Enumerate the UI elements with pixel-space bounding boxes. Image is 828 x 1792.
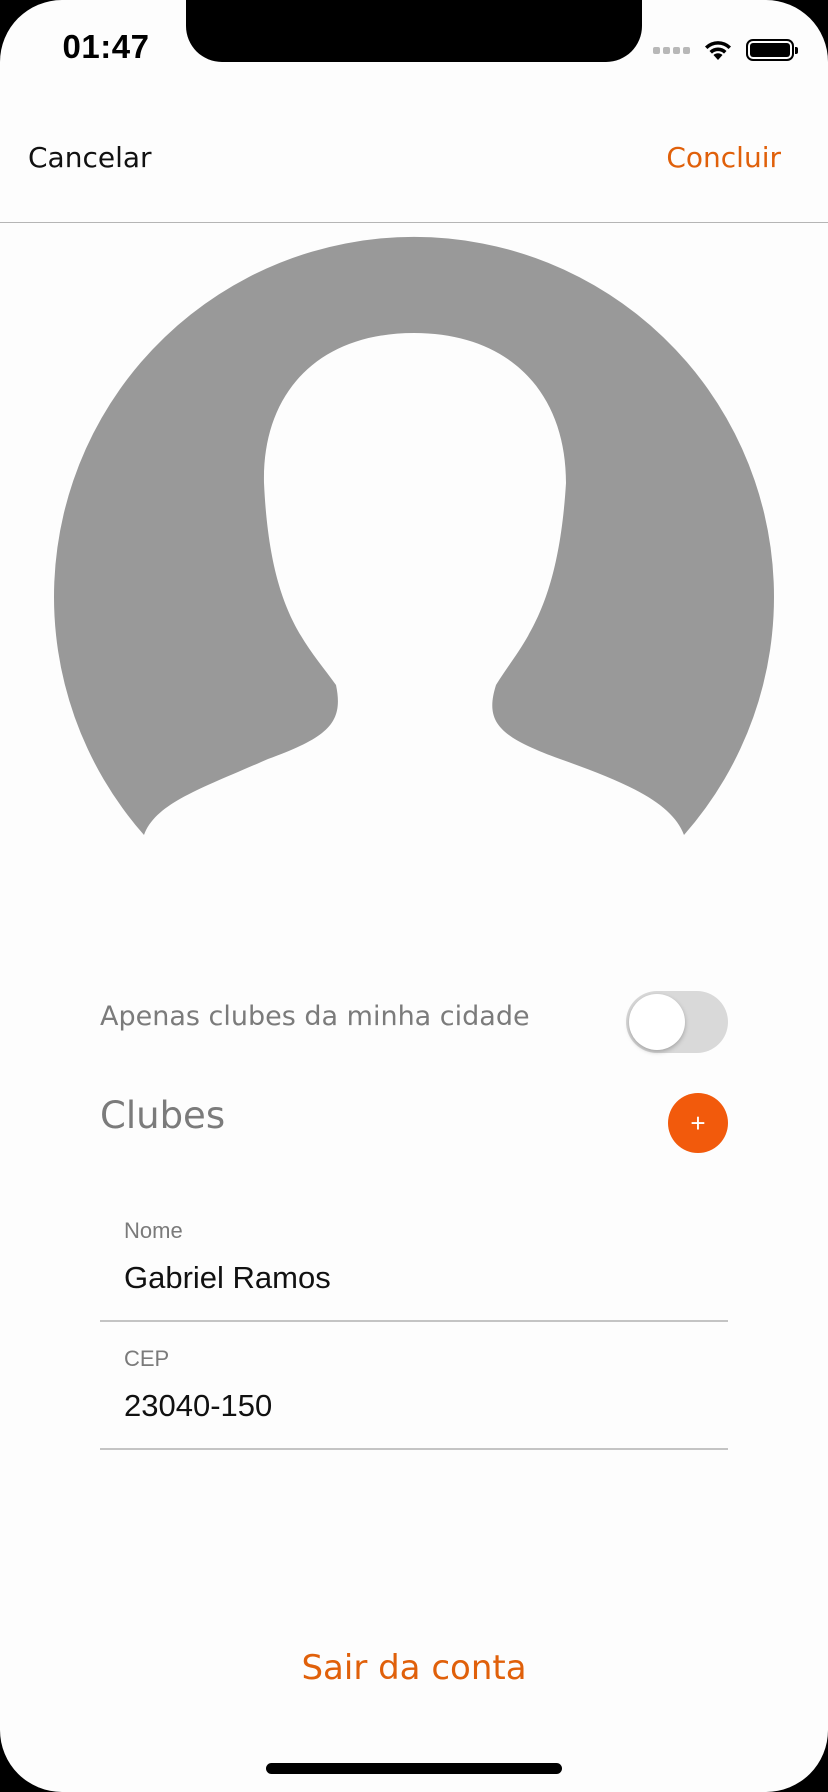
cep-field-value[interactable]: 23040-150 — [124, 1388, 272, 1424]
cancel-button[interactable]: Cancelar — [28, 141, 152, 174]
city-filter-toggle[interactable] — [626, 991, 728, 1053]
home-indicator — [266, 1763, 562, 1774]
city-filter-label: Apenas clubes da minha cidade — [100, 1001, 530, 1032]
status-icons — [653, 36, 798, 64]
cellular-signal-icon — [653, 46, 690, 54]
profile-screen: 01:47 Cancelar Concluir Apenas clubes da… — [0, 0, 828, 1792]
status-time: 01:47 — [62, 28, 150, 65]
clubs-title: Clubes — [100, 1094, 226, 1137]
person-placeholder-icon — [54, 236, 775, 835]
done-button[interactable]: Concluir — [666, 141, 781, 174]
logout-button[interactable]: Sair da conta — [0, 1648, 828, 1688]
cep-field-label: CEP — [124, 1346, 170, 1371]
name-field[interactable]: Nome Gabriel Ramos — [100, 1192, 728, 1322]
avatar-placeholder[interactable] — [0, 223, 828, 883]
device-notch — [186, 0, 642, 62]
battery-icon — [746, 39, 798, 61]
toggle-knob — [629, 994, 685, 1050]
add-club-button[interactable]: + — [668, 1093, 728, 1153]
wifi-icon — [705, 41, 731, 60]
name-field-label: Nome — [124, 1218, 183, 1243]
name-field-value[interactable]: Gabriel Ramos — [124, 1260, 331, 1296]
cep-field[interactable]: CEP 23040-150 — [100, 1320, 728, 1450]
